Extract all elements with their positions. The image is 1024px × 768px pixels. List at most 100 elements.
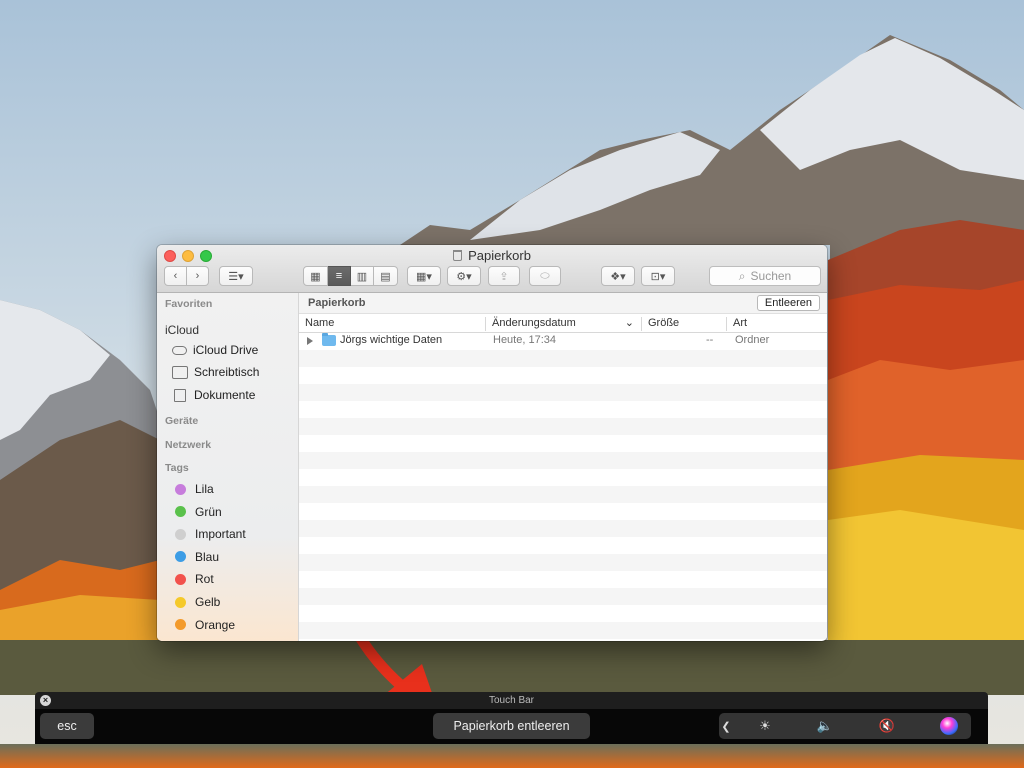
row-stripe <box>299 486 827 503</box>
touchbar-close-icon[interactable]: × <box>40 695 51 706</box>
sidebar-item-tag[interactable]: Lila <box>172 481 214 497</box>
forward-button[interactable]: › <box>187 266 209 286</box>
back-button[interactable]: ‹ <box>164 266 187 286</box>
sidebar-item-tag[interactable]: Orange <box>172 617 235 633</box>
column-view-button[interactable]: ▥ <box>351 266 374 286</box>
sidebar-item-documents[interactable]: Dokumente <box>172 387 255 403</box>
siri-button[interactable] <box>929 713 969 739</box>
trash-icon <box>453 250 463 261</box>
file-list-rows: Jörgs wichtige Daten Heute, 17:34 -- Ord… <box>299 333 827 641</box>
finder-sidebar: Favoriten iCloud iCloud Drive Schreibtis… <box>157 293 299 641</box>
tag-color-icon <box>175 619 186 631</box>
sidebar-item-tag[interactable]: Important <box>172 526 246 542</box>
row-name: Jörgs wichtige Daten <box>340 334 443 346</box>
sidebar-item-tag[interactable]: Grün <box>172 504 222 520</box>
sidebar-item-tag[interactable]: Gelb <box>172 594 220 610</box>
gear-icon: ⚙▾ <box>456 270 472 283</box>
row-stripe <box>299 418 827 435</box>
row-date: Heute, 17:34 <box>493 334 556 346</box>
disclosure-triangle-icon[interactable] <box>307 337 313 345</box>
dropbox-icon: ❖▾ <box>610 270 626 283</box>
volume-icon[interactable]: 🔈 <box>805 713 845 739</box>
tag-color-icon <box>175 506 186 518</box>
cover-flow-icon: ▤ <box>380 270 391 283</box>
touchbar: esc Papierkorb entleeren ❮ ☀ 🔈 🔇 <box>35 709 988 744</box>
sidebar-section-tags: Tags <box>165 462 189 474</box>
edit-tags-button[interactable]: ⬭ <box>529 266 561 286</box>
tag-label: Important <box>195 527 246 542</box>
sidebar-item-icloud-drive[interactable]: iCloud Drive <box>172 342 258 358</box>
action-menu-button[interactable]: ⚙▾ <box>447 266 481 286</box>
empty-trash-touchbar-button[interactable]: Papierkorb entleeren <box>433 713 590 739</box>
column-kind[interactable]: Art <box>726 317 827 331</box>
tag-color-icon <box>175 551 186 563</box>
cloud-icon <box>172 345 187 355</box>
row-stripe <box>299 520 827 537</box>
tag-label: Rot <box>195 572 214 587</box>
search-icon: ⌕ <box>738 268 746 283</box>
tag-label: Blau <box>195 549 220 564</box>
row-stripe <box>299 350 827 367</box>
document-icon <box>174 388 186 402</box>
gallery-view-button[interactable]: ▤ <box>374 266 398 286</box>
share-button[interactable]: ⇪ <box>488 266 520 286</box>
group-grid-icon: ▦▾ <box>416 270 432 283</box>
siri-icon <box>940 717 958 735</box>
tag-color-icon <box>175 483 186 495</box>
extension-icon: ⊡▾ <box>650 270 666 283</box>
sidebar-item-tag[interactable]: Blau <box>172 549 219 565</box>
list-icon: ≡ <box>335 270 343 282</box>
folder-icon <box>322 333 336 346</box>
column-header: Name Änderungsdatum ⌄ Größe Art <box>299 314 827 333</box>
brightness-icon[interactable]: ☀ <box>745 713 785 739</box>
dropbox-menu-button[interactable]: ❖▾ <box>601 266 635 286</box>
list-view-button[interactable]: ≡ <box>328 266 351 286</box>
grid-icon: ▦ <box>310 270 321 283</box>
row-stripe <box>299 588 827 605</box>
control-strip-collapse-button[interactable]: ❮ <box>719 713 733 739</box>
icon-view-button[interactable]: ▦ <box>303 266 328 286</box>
arrange-menu-button[interactable]: ☰▾ <box>219 266 253 286</box>
tag-color-icon <box>175 596 186 608</box>
touchbar-window-title: Touch Bar <box>35 692 988 709</box>
tag-label: Orange <box>195 617 236 632</box>
finder-toolbar: Papierkorb ‹ › ☰▾ ▦ ≡ ▥ ▤ ▦▾ ⚙▾ ⇪ ⬭ ❖▾ ⊡… <box>157 245 827 293</box>
columns-icon: ▥ <box>356 270 368 283</box>
group-menu-button[interactable]: ▦▾ <box>407 266 441 286</box>
row-stripe <box>299 452 827 469</box>
column-size[interactable]: Größe <box>641 317 726 331</box>
tag-label: Lila <box>195 482 214 496</box>
list-arrange-icon: ☰▾ <box>228 270 244 283</box>
chevron-left-icon: ‹ <box>173 270 178 282</box>
finder-window: Papierkorb ‹ › ☰▾ ▦ ≡ ▥ ▤ ▦▾ ⚙▾ ⇪ ⬭ ❖▾ ⊡… <box>157 245 827 641</box>
sidebar-item-desktop[interactable]: Schreibtisch <box>172 364 259 380</box>
sidebar-section-favorites: Favoriten <box>165 298 213 310</box>
sidebar-section-network: Netzwerk <box>165 439 212 451</box>
chevron-right-icon: › <box>195 270 200 282</box>
sidebar-section-icloud: iCloud <box>165 323 200 337</box>
tag-label: Grün <box>195 504 222 519</box>
window-title: Papierkorb <box>157 248 827 263</box>
control-strip: ❮ ☀ 🔈 🔇 <box>719 713 971 739</box>
desktop-icon <box>172 365 188 379</box>
row-stripe <box>299 554 827 571</box>
search-input[interactable]: ⌕ Suchen <box>709 266 821 286</box>
file-list-area: Papierkorb Entleeren Name Änderungsdatum… <box>299 293 827 641</box>
share-icon: ⇪ <box>499 270 509 283</box>
sort-chevron-icon: ⌄ <box>624 317 634 329</box>
esc-key[interactable]: esc <box>40 713 94 739</box>
column-date-modified[interactable]: Änderungsdatum ⌄ <box>485 317 641 331</box>
sidebar-section-devices: Geräte <box>165 415 199 427</box>
mute-icon[interactable]: 🔇 <box>867 713 907 739</box>
tag-color-icon <box>175 573 186 585</box>
empty-trash-button[interactable]: Entleeren <box>756 295 820 311</box>
row-kind: Ordner <box>735 334 770 346</box>
tag-color-icon <box>175 528 186 540</box>
table-row[interactable]: Jörgs wichtige Daten Heute, 17:34 -- Ord… <box>299 333 827 349</box>
tag-label: Gelb <box>195 595 221 609</box>
row-stripe <box>299 384 827 401</box>
column-name[interactable]: Name <box>299 317 485 331</box>
extension-menu-button[interactable]: ⊡▾ <box>641 266 675 286</box>
sidebar-item-tag[interactable]: Rot <box>172 571 214 587</box>
row-size: -- <box>706 334 714 346</box>
